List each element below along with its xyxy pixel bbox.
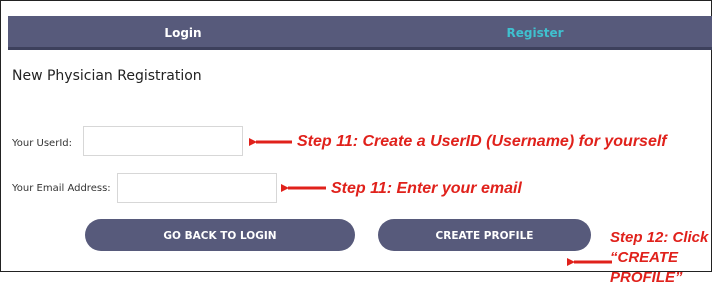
tab-login[interactable]: Login	[8, 16, 358, 50]
create-profile-button[interactable]: CREATE PROFILE	[378, 219, 591, 251]
annotation-step-email: Step 11: Enter your email	[331, 180, 522, 197]
userid-label: Your UserId:	[12, 138, 72, 149]
page-title: New Physician Registration	[12, 68, 202, 84]
tab-bar: Login Register	[8, 16, 712, 50]
email-label: Your Email Address:	[12, 183, 111, 194]
go-back-to-login-button[interactable]: GO BACK TO LOGIN	[85, 219, 355, 251]
userid-input[interactable]	[83, 126, 243, 156]
annotation-step-create: Step 12: Click “CREATE PROFILE”	[610, 229, 709, 286]
email-input[interactable]	[117, 173, 277, 203]
tab-register[interactable]: Register	[358, 16, 712, 50]
annotation-step-userid: Step 11: Create a UserID (Username) for …	[297, 133, 667, 150]
